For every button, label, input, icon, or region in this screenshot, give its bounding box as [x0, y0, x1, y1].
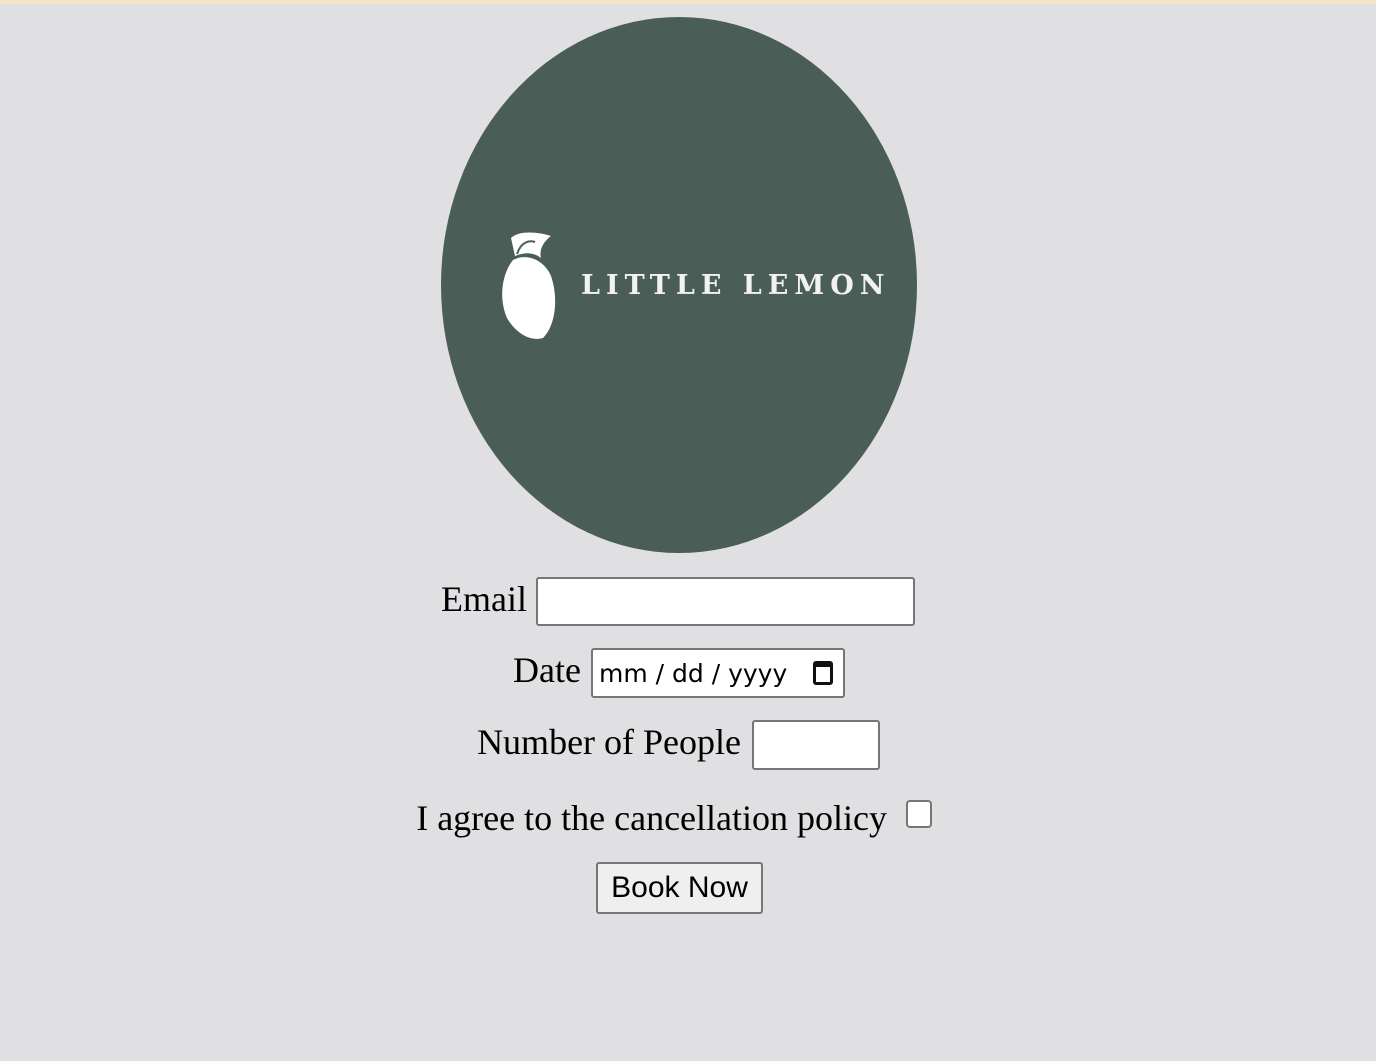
date-input[interactable]: mm / dd / yyyy: [591, 648, 845, 698]
people-label: Number of People: [477, 722, 741, 762]
calendar-icon[interactable]: [813, 661, 833, 685]
policy-label: I agree to the cancellation policy: [416, 798, 887, 838]
little-lemon-logo: LITTLE LEMON: [441, 17, 917, 553]
date-label: Date: [513, 650, 581, 690]
lemon-icon: [502, 232, 556, 339]
date-placeholder: mm / dd / yyyy: [599, 658, 788, 688]
people-input[interactable]: [752, 720, 880, 770]
brand-name: LITTLE LEMON: [581, 270, 891, 301]
top-border: [0, 0, 1376, 4]
email-input[interactable]: [536, 577, 915, 626]
email-label: Email: [441, 579, 527, 619]
book-now-button[interactable]: Book Now: [596, 862, 763, 914]
policy-checkbox[interactable]: [906, 800, 932, 828]
